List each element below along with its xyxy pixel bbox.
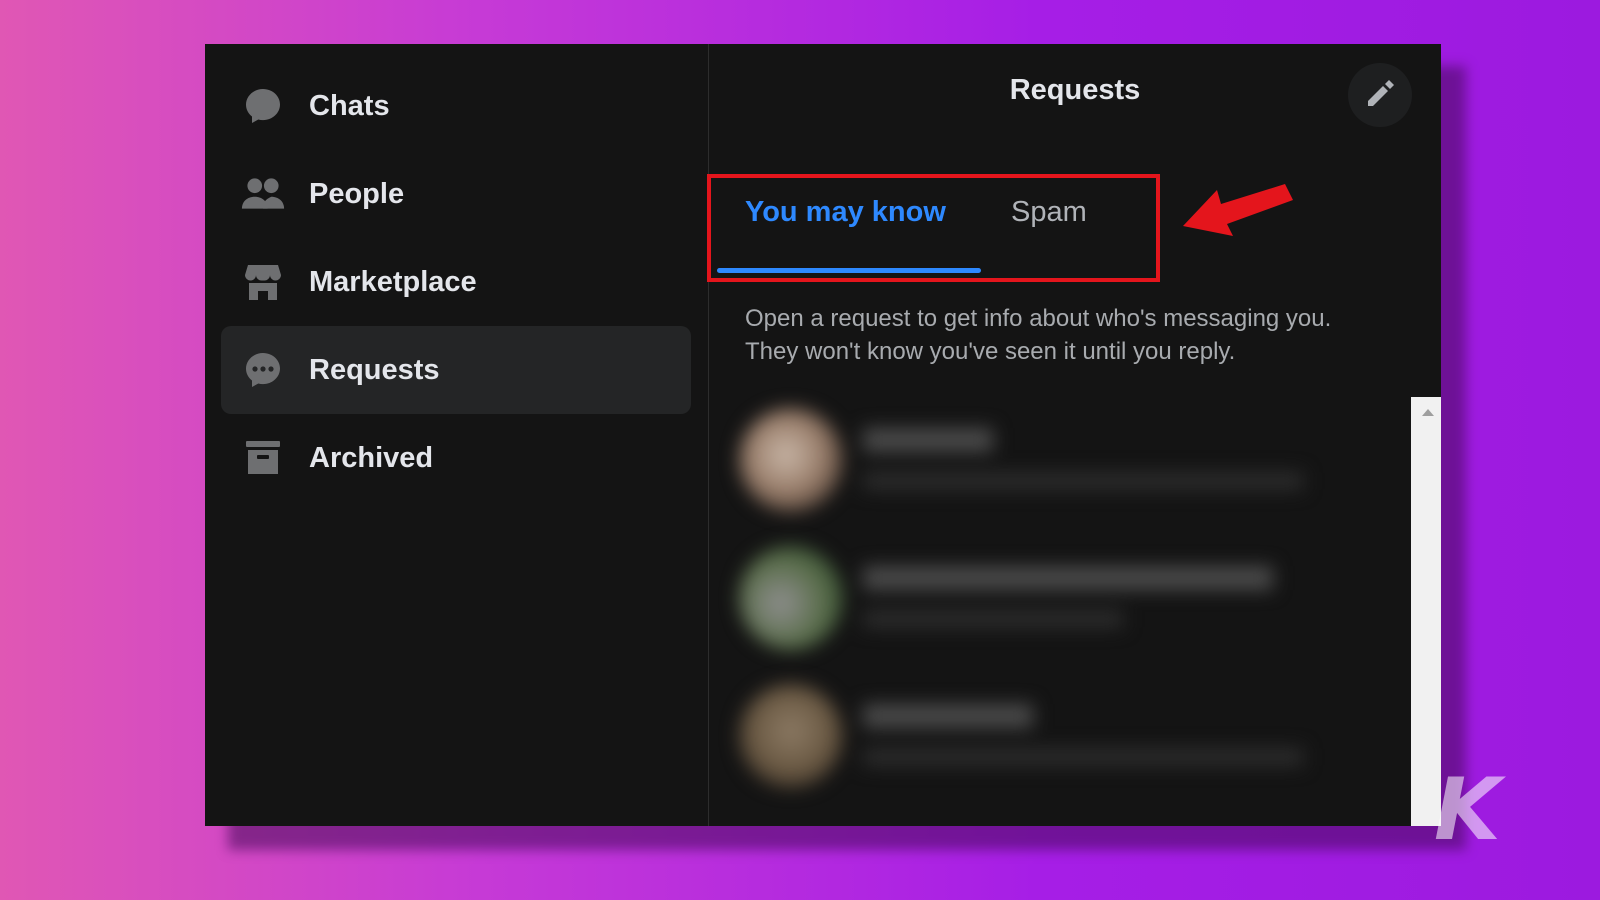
requests-panel: Requests You may know Spam Open a reques… (707, 44, 1441, 826)
sidebar: Chats People Marketplace Requests Archiv… (205, 44, 709, 826)
sidebar-item-people[interactable]: People (221, 150, 691, 238)
tab-you-may-know[interactable]: You may know (745, 196, 946, 229)
messenger-window: Chats People Marketplace Requests Archiv… (205, 44, 1441, 826)
active-tab-indicator (717, 268, 981, 273)
requests-info-text: Open a request to get info about who's m… (745, 302, 1405, 368)
sidebar-item-marketplace[interactable]: Marketplace (221, 238, 691, 326)
storefront-icon (241, 260, 285, 304)
blurred-name (863, 704, 1033, 728)
sidebar-item-requests[interactable]: Requests (221, 326, 691, 414)
request-list (709, 394, 1399, 826)
blurred-name (863, 428, 993, 452)
sidebar-item-label: Archived (309, 441, 434, 474)
avatar (739, 546, 843, 650)
sidebar-item-label: Chats (309, 89, 390, 122)
blurred-snippet (863, 748, 1303, 766)
people-icon (241, 172, 285, 216)
red-arrow-icon (1183, 184, 1293, 236)
logo-watermark: K (1434, 760, 1501, 860)
sidebar-item-label: Requests (309, 353, 440, 386)
avatar (739, 408, 843, 512)
scroll-up-arrow-icon[interactable] (1422, 409, 1434, 416)
list-item[interactable] (739, 538, 1359, 658)
avatar (739, 684, 843, 788)
compose-button[interactable] (1348, 63, 1412, 127)
blurred-snippet (863, 610, 1123, 628)
sidebar-item-label: People (309, 177, 405, 210)
sidebar-item-label: Marketplace (309, 265, 477, 298)
blurred-name (863, 566, 1273, 590)
requests-bubble-icon (241, 348, 285, 392)
pencil-icon (1363, 76, 1397, 115)
sidebar-item-chats[interactable]: Chats (221, 62, 691, 150)
list-item[interactable] (739, 400, 1359, 520)
chat-bubble-icon (241, 84, 285, 128)
sidebar-item-archived[interactable]: Archived (221, 414, 691, 502)
blurred-snippet (863, 472, 1303, 490)
page-title: Requests (1009, 74, 1141, 106)
tab-spam[interactable]: Spam (1011, 196, 1087, 229)
info-line-1: Open a request to get info about who's m… (745, 305, 1332, 332)
info-line-2: They won't know you've seen it until you… (745, 338, 1236, 365)
list-item[interactable] (739, 676, 1359, 796)
archive-box-icon (241, 436, 285, 480)
